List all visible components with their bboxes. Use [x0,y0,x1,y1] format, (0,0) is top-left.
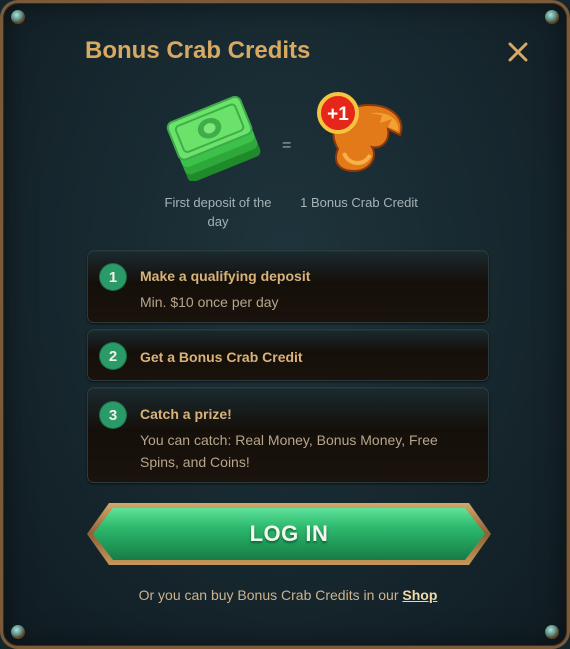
login-button[interactable]: LOG IN [93,508,485,560]
step-card-3: 3 Catch a prize! You can catch: Real Mon… [87,387,489,483]
step-title: Catch a prize! [140,406,232,422]
step-title: Get a Bonus Crab Credit [140,349,303,365]
equals-sign: = [282,137,292,154]
step-title: Make a qualifying deposit [140,268,311,284]
money-stack-icon [166,95,261,181]
close-icon [508,42,528,62]
bonus-crab-credits-modal: Bonus Crab Credits = +1 First deposit of… [0,0,570,649]
deposit-caption: First deposit of the day [164,195,272,229]
step-number-badge: 1 [100,264,126,290]
shop-link[interactable]: Shop [402,587,437,603]
step-card-1: 1 Make a qualifying deposit Min. $10 onc… [87,250,489,323]
crab-claw-icon: +1 [317,92,403,173]
step-description: You can catch: Real Money, Bonus Money, … [140,432,438,470]
step-number-badge: 3 [100,402,126,428]
step-card-2: 2 Get a Bonus Crab Credit [87,329,489,381]
credit-caption: 1 Bonus Crab Credit [300,195,418,210]
close-button[interactable] [503,37,533,67]
corner-gem-top-left [11,10,25,24]
footer-text: Or you can buy Bonus Crab Credits in our… [3,587,567,603]
footer-message: Or you can buy Bonus Crab Credits in our [138,587,403,603]
corner-gem-bottom-left [11,625,25,639]
corner-gem-top-right [545,10,559,24]
corner-gem-bottom-right [545,625,559,639]
step-description: Min. $10 once per day [140,294,279,310]
login-button-frame: LOG IN [87,503,491,565]
plus-one-badge: +1 [327,104,349,125]
step-number-badge: 2 [100,343,126,369]
modal-title: Bonus Crab Credits [85,37,311,64]
